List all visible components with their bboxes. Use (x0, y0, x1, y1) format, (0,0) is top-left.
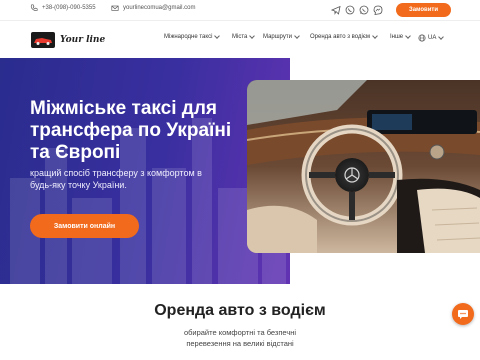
nav-label: Маршрути (263, 34, 292, 40)
section-subtitle-line-1: обирайте комфортні та безпечні (183, 328, 297, 337)
chevron-down-icon (372, 33, 378, 39)
order-online-button[interactable]: Замовити онлайн (30, 214, 139, 238)
chevron-down-icon (214, 33, 221, 39)
section-subtitle-line-2: перевезення на великі відстані (186, 339, 294, 348)
car-logo-icon (31, 32, 55, 48)
section-subtitle: обирайте комфортні та безпечні перевезен… (0, 327, 480, 349)
nav-label: Інше (390, 34, 404, 40)
messenger-icon[interactable] (373, 5, 383, 15)
contact-bar: +38-(098)-090-5355 yourlinecomua@gmail.c… (0, 0, 480, 20)
phone-number: +38-(098)-090-5355 (42, 5, 96, 11)
order-button[interactable]: Замовити (396, 3, 451, 17)
logo[interactable]: Your line (30, 29, 120, 51)
nav-item-international-taxi[interactable]: Міжнародне таксі (164, 33, 221, 40)
phone-link[interactable]: +38-(098)-090-5355 (30, 4, 96, 12)
globe-icon (418, 34, 426, 42)
email-address: yourlinecomua@gmail.com (123, 5, 196, 11)
car-interior-image (247, 80, 480, 253)
language-switcher[interactable]: UA (418, 34, 445, 42)
section-title: Оренда авто з водієм (154, 302, 326, 319)
hero-subtitle: кращий спосіб трансферу з комфортом в бу… (30, 168, 202, 190)
nav-label: Міжнародне таксі (164, 34, 213, 40)
nav-label: Оренда авто з водієм (310, 34, 370, 40)
chevron-down-icon (405, 33, 411, 39)
viber-icon[interactable] (345, 5, 355, 15)
chat-button[interactable] (452, 303, 474, 325)
chevron-down-icon (249, 33, 256, 39)
email-link[interactable]: yourlinecomua@gmail.com (111, 4, 195, 12)
hero-title: Міжміське таксі для трансфера по Україні… (30, 98, 232, 163)
phone-icon (30, 4, 38, 11)
main-navigation: Your line Міжнародне таксі Міста Маршрут… (0, 20, 480, 58)
mail-icon (111, 5, 119, 11)
logo-text: Your line (60, 35, 106, 45)
nav-item-other[interactable]: Інше (390, 33, 411, 40)
chevron-down-icon (294, 33, 300, 39)
hero-banner: Міжміське таксі для трансфера по Україні… (0, 58, 480, 284)
nav-label: Міста (232, 34, 248, 40)
page: +38-(098)-090-5355 yourlinecomua@gmail.c… (0, 0, 480, 360)
chevron-down-icon (438, 34, 445, 40)
language-label: UA (428, 35, 437, 41)
nav-item-car-rental[interactable]: Оренда авто з водієм (310, 33, 378, 40)
whatsapp-icon[interactable] (359, 5, 369, 15)
nav-item-cities[interactable]: Міста (232, 33, 256, 40)
telegram-icon[interactable] (331, 5, 341, 15)
chat-bubble-icon (458, 310, 468, 319)
nav-item-routes[interactable]: Маршрути (263, 33, 300, 40)
